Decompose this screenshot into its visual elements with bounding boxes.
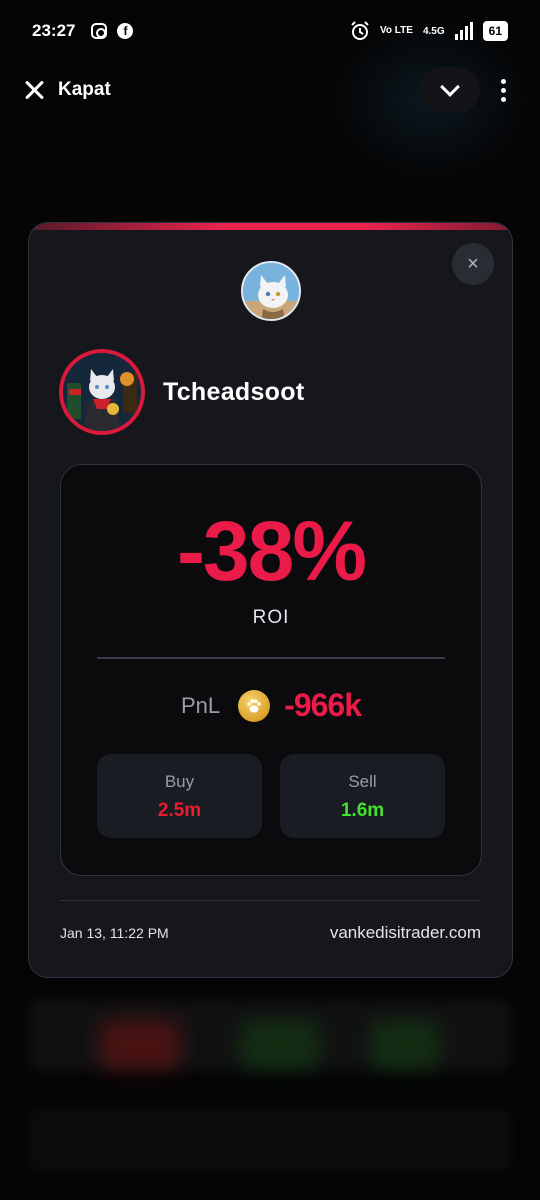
sell-box: Sell 1.6m xyxy=(280,754,445,838)
roi-value: -38% xyxy=(176,504,367,598)
card-close-button[interactable]: × xyxy=(452,243,494,285)
footer-site: vankedisitrader.com xyxy=(329,923,481,942)
top-bar: Kapat xyxy=(0,62,540,118)
sell-label: Sell xyxy=(348,772,377,791)
user-avatar xyxy=(59,349,145,435)
alarm-icon xyxy=(351,21,369,40)
pnl-row: PnL -966k xyxy=(61,687,481,724)
background-blob xyxy=(370,1020,440,1070)
card-accent-bar xyxy=(29,223,512,230)
roi-label: ROI xyxy=(252,607,290,628)
background-blob xyxy=(240,1020,320,1070)
background-row xyxy=(30,1110,510,1170)
buy-box: Buy 2.5m xyxy=(97,754,262,838)
cat-logo-avatar xyxy=(241,261,301,321)
paw-coin-icon xyxy=(238,689,271,722)
footer-date: Jan 13, 11:22 PM xyxy=(60,925,169,941)
instagram-icon xyxy=(91,23,108,39)
collapse-button[interactable] xyxy=(420,67,480,113)
status-bar: 23:27 f Vo LTE 4.5G 61 xyxy=(0,0,540,62)
pnl-card: × Tcheadsoot -38% ROI PnL -966k Buy 2.5m… xyxy=(28,222,513,978)
user-row: Tcheadsoot xyxy=(59,349,304,435)
facebook-icon: f xyxy=(117,23,134,39)
pnl-value: -966k xyxy=(284,687,362,723)
close-icon[interactable] xyxy=(22,78,46,102)
close-label[interactable]: Kapat xyxy=(58,79,111,101)
stats-box: -38% ROI PnL -966k Buy 2.5m Sell 1.6m xyxy=(60,464,482,876)
battery-icon: 61 xyxy=(482,21,508,41)
buy-value: 2.5m xyxy=(157,800,202,821)
signal-icon xyxy=(454,22,473,40)
username: Tcheadsoot xyxy=(163,377,305,406)
network-speed: 4.5G xyxy=(422,25,445,37)
background-blob xyxy=(100,1020,180,1070)
volte-indicator: Vo LTE xyxy=(379,25,413,36)
sell-value: 1.6m xyxy=(340,800,385,821)
chevron-down-icon xyxy=(440,77,460,97)
pnl-label: PnL xyxy=(181,692,221,718)
buy-label: Buy xyxy=(164,772,195,791)
footer-divider xyxy=(60,900,481,901)
divider xyxy=(97,657,445,659)
more-options-button[interactable] xyxy=(488,67,518,113)
status-time: 23:27 xyxy=(32,21,76,40)
